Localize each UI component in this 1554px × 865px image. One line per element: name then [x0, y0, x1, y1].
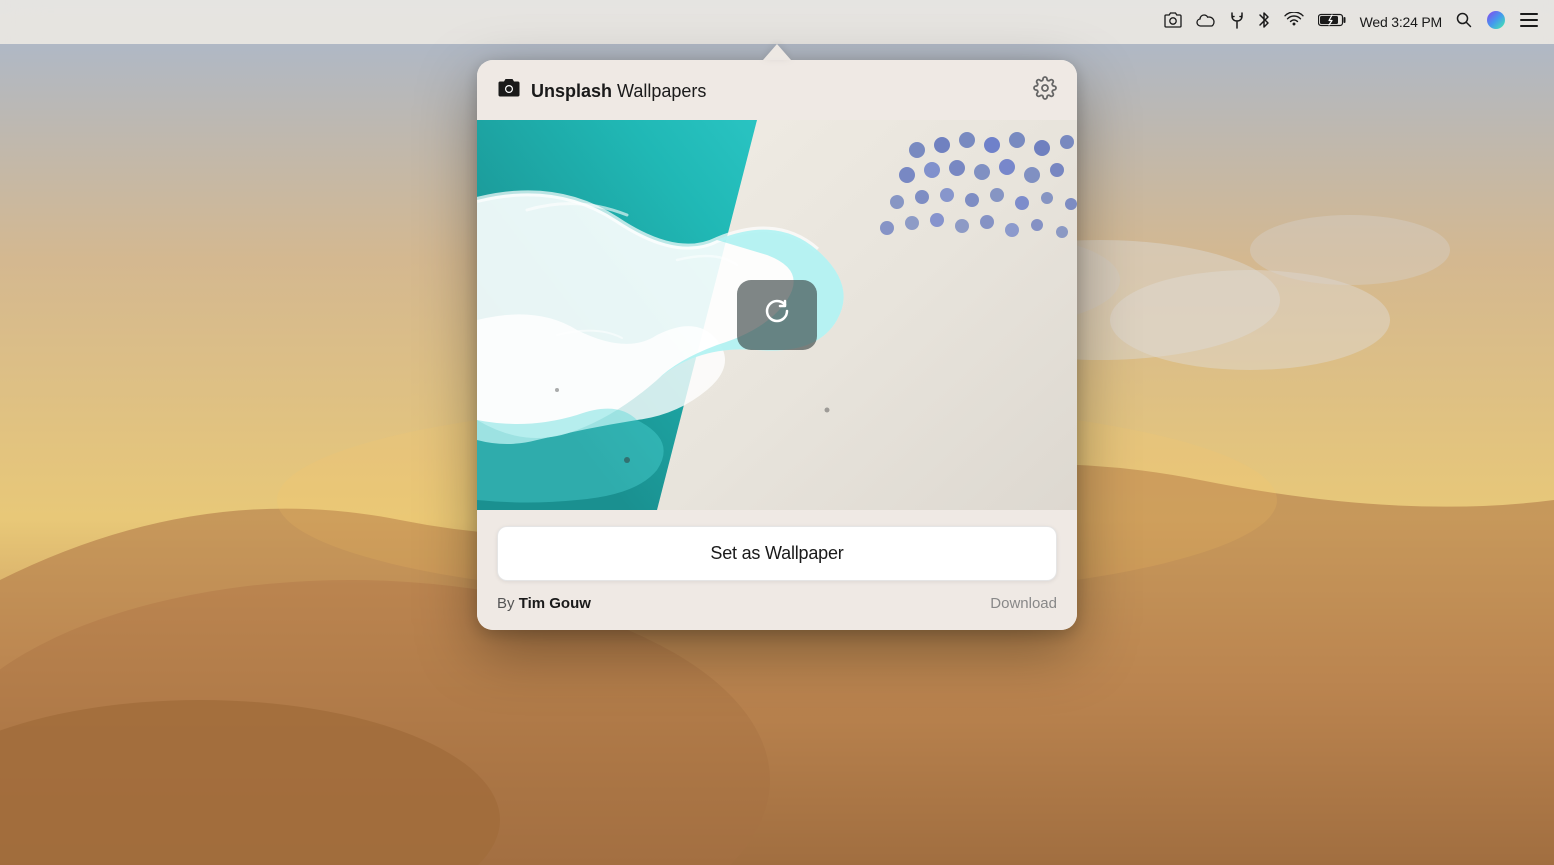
wallpaper-preview-image: [477, 120, 1077, 510]
refresh-button[interactable]: [737, 280, 817, 350]
siri-icon[interactable]: [1486, 10, 1506, 35]
unsplash-wallpapers-popup: Unsplash Wallpapers: [477, 60, 1077, 630]
bluetooth-icon[interactable]: [1258, 11, 1270, 34]
popup-bottom-section: Set as Wallpaper By Tim Gouw Download: [477, 510, 1077, 630]
popup-title-regular: Wallpapers: [612, 81, 706, 101]
popup-header: Unsplash Wallpapers: [477, 60, 1077, 120]
menu-bar-time: Wed 3:24 PM: [1360, 14, 1442, 30]
popup-arrow: [763, 44, 791, 60]
spotlight-icon[interactable]: [1456, 12, 1472, 33]
control-center-icon[interactable]: [1520, 13, 1538, 32]
menu-bar: Wed 3:24 PM: [0, 0, 1554, 44]
attribution-prefix: By: [497, 595, 519, 612]
battery-icon[interactable]: [1318, 13, 1346, 32]
popup-title: Unsplash Wallpapers: [531, 81, 706, 102]
author-name: Tim Gouw: [519, 595, 591, 612]
menubar-right-icons: Wed 3:24 PM: [1164, 10, 1538, 35]
app-camera-icon: [497, 77, 521, 105]
screenshot-icon[interactable]: [1164, 12, 1182, 33]
popup-footer: By Tim Gouw Download: [497, 595, 1057, 612]
popup-header-left: Unsplash Wallpapers: [497, 77, 706, 105]
fork-icon[interactable]: [1230, 11, 1244, 34]
wifi-icon[interactable]: [1284, 12, 1304, 33]
refresh-icon: [759, 293, 795, 337]
set-as-wallpaper-button[interactable]: Set as Wallpaper: [497, 526, 1057, 581]
download-link[interactable]: Download: [990, 595, 1057, 612]
photo-attribution: By Tim Gouw: [497, 595, 591, 612]
settings-gear-icon[interactable]: [1033, 76, 1057, 106]
cloud-icon[interactable]: [1196, 13, 1216, 32]
popup-title-bold: Unsplash: [531, 81, 612, 101]
